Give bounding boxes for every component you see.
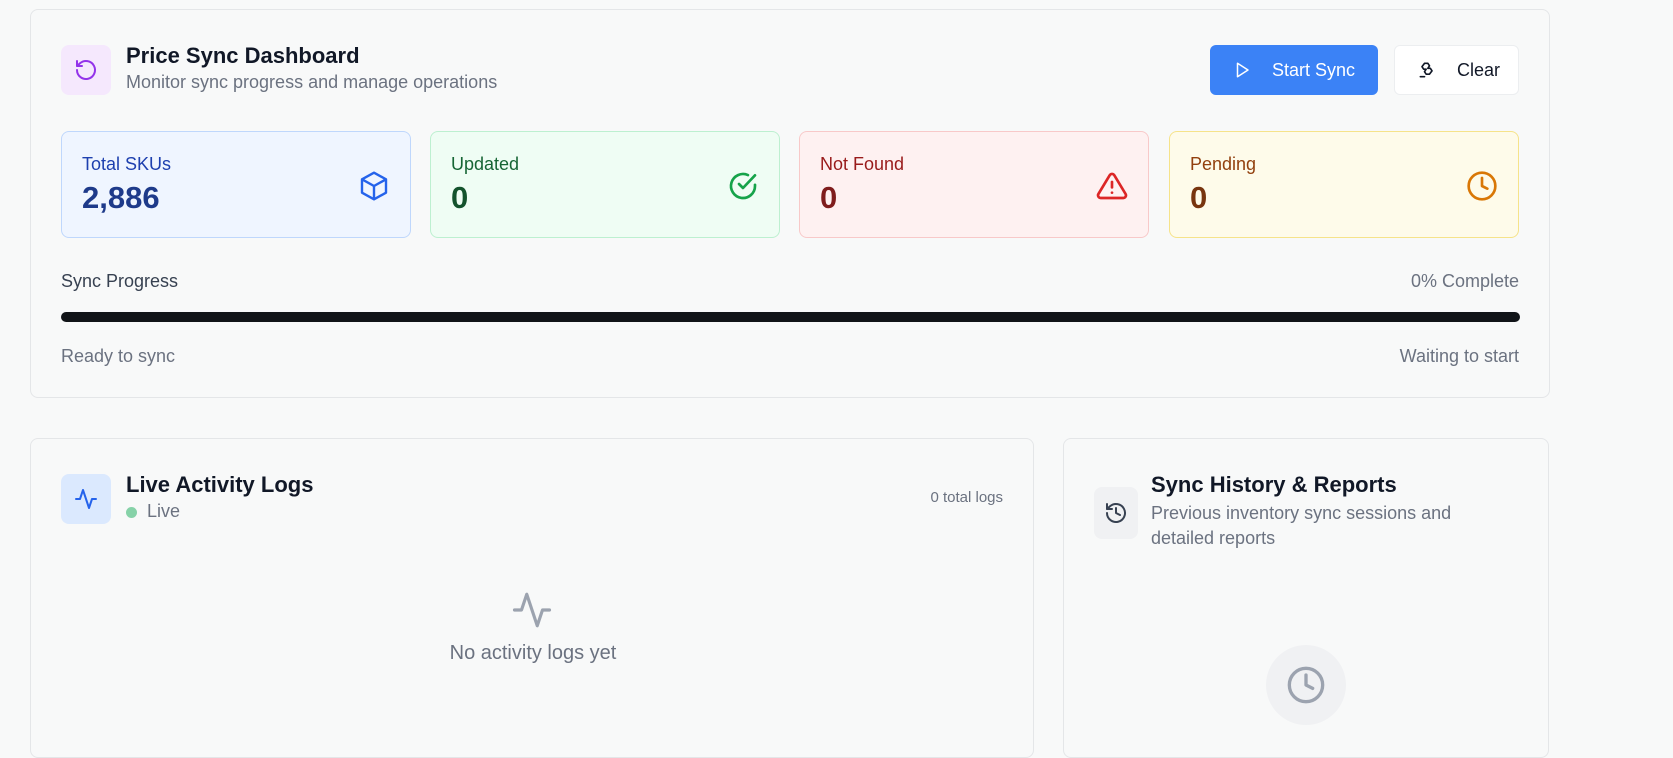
activity-icon xyxy=(61,474,111,524)
live-indicator: Live xyxy=(126,501,180,522)
logs-title: Live Activity Logs xyxy=(126,472,314,497)
sync-progress-bar xyxy=(61,312,1520,322)
start-sync-button[interactable]: Start Sync xyxy=(1210,45,1378,95)
stat-value: 0 xyxy=(451,180,469,215)
stat-card-updated: Updated 0 xyxy=(430,131,780,238)
history-icon xyxy=(1094,487,1138,539)
history-subtitle-line: detailed reports xyxy=(1151,528,1276,548)
stat-value: 0 xyxy=(1190,180,1208,215)
page-title: Price Sync Dashboard xyxy=(126,43,360,68)
logs-empty-text: No activity logs yet xyxy=(449,642,617,664)
clear-label: Clear xyxy=(1457,59,1501,80)
clock-icon xyxy=(1467,171,1497,201)
sync-status-text: Ready to sync xyxy=(61,346,176,366)
check-circle-icon xyxy=(729,172,757,200)
live-activity-logs-card: Live Activity Logs Live 0 total logs No … xyxy=(30,438,1034,758)
clock-icon xyxy=(1287,666,1325,704)
sync-progress-label: Sync Progress xyxy=(61,271,179,291)
stat-label: Not Found xyxy=(820,154,905,174)
start-sync-label: Start Sync xyxy=(1272,59,1356,80)
stat-value: 0 xyxy=(820,180,838,215)
history-subtitle-line: Previous inventory sync sessions and xyxy=(1151,503,1452,523)
live-dot xyxy=(126,506,137,518)
stat-label: Updated xyxy=(451,154,520,174)
history-subtitle: Previous inventory sync sessions and det… xyxy=(1151,501,1451,551)
activity-empty-icon xyxy=(512,592,552,628)
page-subtitle: Monitor sync progress and manage operati… xyxy=(126,72,498,92)
history-empty-clock xyxy=(1266,645,1346,725)
refresh-icon xyxy=(61,45,111,95)
price-sync-dashboard-card: Price Sync Dashboard Monitor sync progre… xyxy=(30,9,1550,398)
history-title: Sync History & Reports xyxy=(1151,472,1397,497)
clear-button[interactable]: Clear xyxy=(1394,45,1519,95)
cube-icon xyxy=(360,171,388,201)
eraser-icon xyxy=(1415,58,1439,82)
progress-percent-text: 0% Complete xyxy=(1410,271,1519,291)
warning-icon xyxy=(1096,172,1128,200)
live-label: Live xyxy=(147,501,181,521)
stat-card-pending: Pending 0 xyxy=(1169,131,1519,238)
sync-waiting-text: Waiting to start xyxy=(1399,346,1519,366)
sync-history-card: Sync History & Reports Previous inventor… xyxy=(1063,438,1549,758)
stat-label: Pending xyxy=(1190,154,1257,174)
stat-value: 2,886 xyxy=(82,180,160,215)
stat-card-total-skus: Total SKUs 2,886 xyxy=(61,131,411,238)
stat-card-not-found: Not Found 0 xyxy=(799,131,1149,238)
play-icon xyxy=(1230,58,1254,82)
log-count: 0 total logs xyxy=(930,489,1003,506)
stat-label: Total SKUs xyxy=(82,154,172,174)
